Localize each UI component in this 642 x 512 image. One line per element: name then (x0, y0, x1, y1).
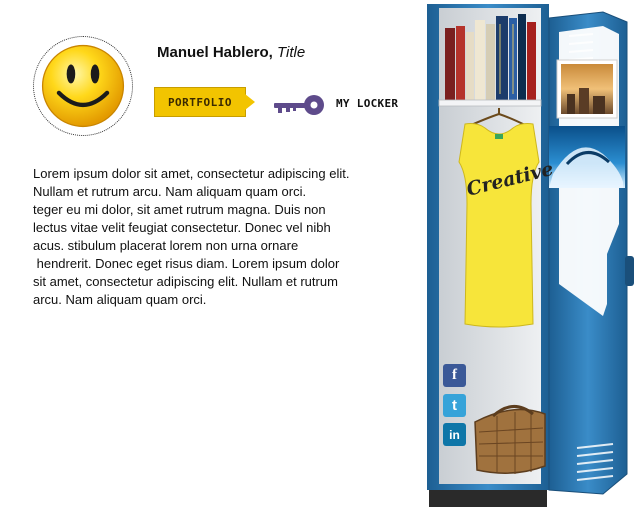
bio-line: Nullam et rutrum arcu. Nam aliquam quam … (33, 184, 307, 199)
bio-line: teger eu mi dolor, sit amet rutrum magna… (33, 202, 326, 217)
books (445, 14, 536, 100)
fishing-basket (474, 405, 546, 474)
facebook-glyph: f (452, 367, 457, 383)
linkedin-icon[interactable]: in (443, 423, 466, 446)
door-handle (625, 256, 634, 286)
twitter-glyph: t (452, 397, 457, 414)
bio-line: acus. stibulum placerat lorem non urna o… (33, 238, 299, 253)
portfolio-button[interactable]: PORTFOLIO (154, 87, 246, 117)
profile-name: Manuel Hablero, Title (157, 44, 305, 61)
bio-line: Lorem ipsum dolor sit amet, consectetur … (33, 166, 350, 181)
locker-shelf (438, 99, 542, 107)
bio-line: hendrerit. Donec eget risus diam. Lorem … (33, 256, 340, 271)
photo-city (556, 59, 618, 119)
bio-line: arcu. Nam aliquam quam orci. (33, 292, 207, 307)
profile-name-text: Manuel Hablero, (157, 44, 273, 61)
twitter-icon[interactable]: t (443, 394, 466, 417)
bio-text: Lorem ipsum dolor sit amet, consectetur … (33, 165, 383, 309)
bio-line: sit amet, consectetur adipiscing elit. N… (33, 274, 338, 289)
profile-title: Title (277, 44, 306, 61)
facebook-icon[interactable]: f (443, 364, 466, 387)
bio-line: lectus vitae velit feugiat consectetur. … (33, 220, 331, 235)
portfolio-label: PORTFOLIO (167, 95, 233, 109)
tank-top (458, 123, 540, 328)
smiley-face-icon (41, 44, 125, 128)
avatar (33, 36, 133, 136)
my-locker-link[interactable]: MY LOCKER (336, 97, 398, 110)
photo-wave (549, 126, 625, 188)
locker[interactable]: f t in Creative (427, 4, 642, 507)
linkedin-glyph: in (449, 427, 460, 442)
key-icon (274, 95, 324, 115)
portfolio-button-arrow (245, 94, 255, 110)
